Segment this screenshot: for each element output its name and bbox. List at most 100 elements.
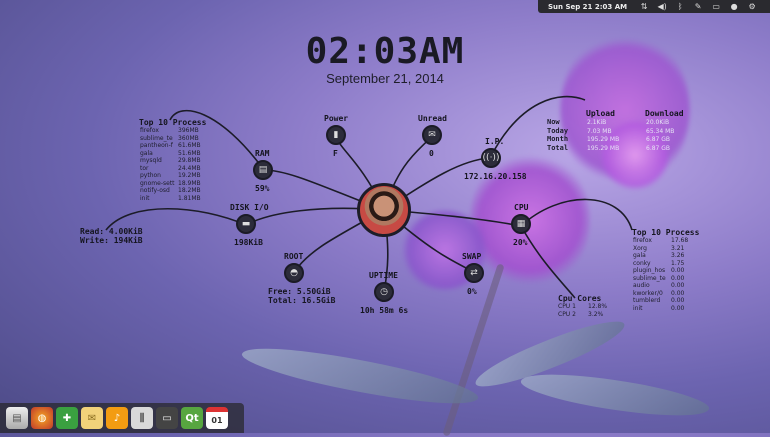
process-row: conky 1.75 [633, 260, 705, 268]
battery-status-icon: ▮ [326, 125, 346, 145]
process-name: tumblerd [633, 297, 661, 304]
process-value: 0.00 [671, 297, 685, 304]
disk-write: Write: 194KiB [80, 236, 143, 245]
process-value: 0.00 [671, 289, 685, 297]
uptime-title: UPTIME [369, 271, 398, 280]
process-row: mysqld 29.8MB [140, 157, 212, 165]
cpu-value: 20% [513, 238, 528, 247]
root-free: Free: 5.50GiB [268, 287, 331, 296]
hdd-icon: ◓ [284, 263, 304, 283]
sublime-icon[interactable]: ⫼ [131, 407, 153, 429]
process-row: gala 51.6MB [140, 150, 212, 158]
process-value: 29.8MB [178, 157, 201, 164]
process-row: firefox 396MB [140, 127, 212, 135]
ip-value: 172.16.20.158 [464, 172, 527, 181]
download-value: 20.0KiB [646, 119, 670, 126]
process-row: plugin_hos 0.00 [633, 267, 705, 275]
qt-icon[interactable]: Qt [181, 407, 203, 429]
root-title: ROOT [284, 252, 304, 261]
process-name: sublime_te [633, 274, 666, 282]
process-value: 17.68 [671, 237, 689, 244]
process-row: sublime_te 360MB [140, 135, 212, 143]
download-value: 65.34 MB [646, 127, 675, 135]
dock: ▤ ◍ ✚ ✉ ♪ ⫼ ▭ Qt 01 [0, 403, 244, 433]
upload-value: 2.1KiB [587, 119, 607, 126]
top-mem-table: firefox 396MB sublime_te 360MB pantheon-f 61.… [140, 127, 212, 202]
process-row: sublime_te 0.00 [633, 275, 705, 283]
swap-icon: ⇄ [464, 263, 484, 283]
process-row: tor 24.4MB [140, 165, 212, 173]
files-icon[interactable]: ▤ [6, 407, 28, 429]
calendar-icon[interactable]: 01 [206, 407, 228, 429]
process-name: kworker/0 [633, 289, 663, 297]
ip-title: I.P. [485, 137, 505, 146]
process-value: 0.00 [671, 282, 685, 289]
net-label: Today [547, 126, 569, 135]
process-row: gala 3.26 [633, 252, 705, 260]
cpu-core-value: 12.8% [588, 303, 608, 310]
clock-icon: ◷ [374, 282, 394, 302]
root-total: Total: 16.5GiB [268, 296, 336, 305]
process-value: 0.00 [671, 267, 685, 274]
uptime-value: 10h 58m 6s [360, 306, 409, 315]
net-label: Total [547, 143, 569, 152]
process-value: 61.6MB [178, 142, 201, 149]
upload-value: 195.29 MB [587, 136, 620, 143]
mail-app-icon[interactable]: ✉ [81, 407, 103, 429]
power-title: Power [324, 114, 349, 123]
process-name: gnome-sett [140, 179, 175, 187]
process-row: firefox 17.68 [633, 237, 705, 245]
cpu-title: CPU [514, 203, 529, 212]
swap-value: 0% [467, 287, 477, 296]
ram-icon: ▤ [253, 160, 273, 180]
process-name: firefox [633, 237, 652, 244]
download-value: 6.87 GB [646, 136, 671, 143]
cpu-core-value: 3.2% [588, 310, 604, 318]
process-name: python [140, 172, 161, 179]
network-signal-icon: ((·)) [481, 148, 501, 168]
upload-value: 195.29 MB [587, 144, 620, 152]
music-icon[interactable]: ♪ [106, 407, 128, 429]
process-value: 51.6MB [178, 149, 201, 157]
process-name: audio [633, 282, 650, 289]
process-value: 0.00 [671, 274, 685, 282]
firefox-icon[interactable]: ◍ [31, 407, 53, 429]
disk-read: Read: 4.00KiB [80, 227, 143, 236]
process-row: python 19.2MB [140, 172, 212, 180]
process-row: pantheon-f 61.6MB [140, 142, 212, 150]
process-name: Xorg [633, 244, 647, 252]
process-value: 0.00 [671, 304, 685, 312]
download-label: Download [645, 109, 684, 118]
power-value: F [333, 149, 338, 158]
download-values: 20.0KiB 65.34 MB 6.87 GB 6.87 GB [646, 119, 674, 153]
calendar-day: 01 [211, 416, 223, 425]
process-name: init [140, 194, 150, 202]
process-row: audio 0.00 [633, 282, 705, 290]
cpu-icon: ▦ [511, 214, 531, 234]
top-cpu-table: firefox 17.68 Xorg 3.21 gala 3.26 conky 1.75 plu… [633, 237, 705, 312]
unread-title: Unread [418, 114, 447, 123]
terminal-icon[interactable]: ▭ [156, 407, 178, 429]
process-value: 1.75 [671, 259, 685, 267]
user-avatar [357, 183, 411, 237]
mail-icon: ✉ [422, 125, 442, 145]
process-name: tor [140, 164, 149, 172]
upload-value: 7.03 MB [587, 127, 612, 135]
process-name: conky [633, 259, 651, 267]
settings-icon[interactable]: ✚ [56, 407, 78, 429]
process-name: pantheon-f [140, 142, 173, 149]
process-name: notify-osd [140, 187, 170, 194]
disk-title: DISK I/O [230, 203, 269, 212]
net-row-labels: Now Today Month Total [547, 118, 568, 152]
cpu-cores-list: CPU 1 12.8% CPU 2 3.2% [558, 303, 607, 318]
process-value: 360MB [178, 134, 199, 142]
cpu-cores-title: Cpu Cores [558, 294, 602, 303]
process-value: 19.2MB [178, 172, 201, 179]
swap-title: SWAP [462, 252, 482, 261]
process-name: firefox [140, 127, 159, 134]
process-name: init [633, 304, 643, 312]
process-value: 18.2MB [178, 187, 201, 194]
cpu-core-name: CPU 2 [558, 310, 576, 318]
upload-label: Upload [586, 109, 615, 118]
process-row: init 1.81MB [140, 195, 212, 203]
